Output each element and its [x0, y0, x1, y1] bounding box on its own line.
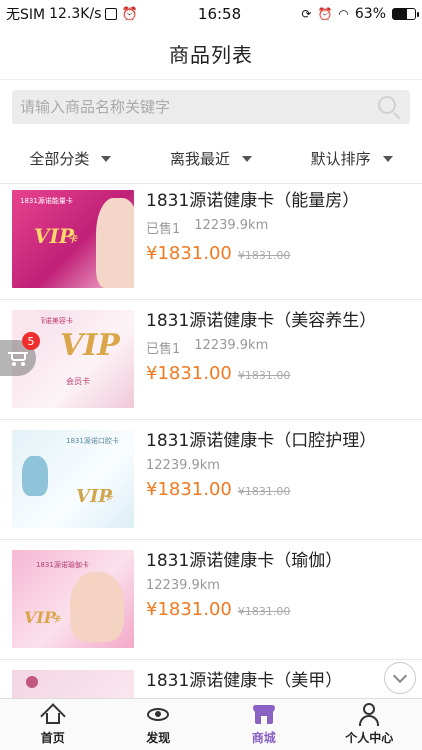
caret-down-icon	[242, 155, 253, 162]
tab-home[interactable]: 首页	[0, 699, 106, 750]
battery-fill	[393, 9, 407, 19]
product-name: 1831源诺健康卡（能量房）	[146, 191, 360, 211]
carrier-text: 无SIM	[6, 7, 46, 23]
search-input[interactable]	[20, 98, 376, 116]
product-price: ¥1831.00	[146, 243, 232, 264]
wifi-icon: ◠	[338, 7, 349, 21]
filter-bar: 全部分类 离我最近 默认排序	[0, 134, 422, 184]
search-bar	[0, 80, 422, 134]
filter-category[interactable]: 全部分类	[0, 148, 141, 169]
tab-discover[interactable]: 发现	[106, 699, 212, 750]
product-name: 1831源诺健康卡（美容养生）	[146, 311, 377, 331]
scroll-down-button[interactable]	[384, 662, 416, 694]
product-item[interactable]: 1831源诺能量卡 VIP 卡 1831源诺健康卡（能量房） 已售1 12239…	[0, 180, 422, 300]
price-row: ¥1831.00 ¥1831.00	[146, 599, 410, 620]
nav-header: 商品列表	[0, 28, 422, 80]
filter-sort-label: 默认排序	[310, 150, 371, 168]
product-item[interactable]: 1831源诺健康卡（美甲）	[0, 660, 422, 698]
product-info: 1831源诺健康卡（能量房） 已售1 12239.9km ¥1831.00 ¥1…	[134, 190, 410, 289]
battery-percent: 63%	[354, 6, 386, 22]
product-info: 1831源诺健康卡（瑜伽） 12239.9km ¥1831.00 ¥1831.0…	[134, 550, 410, 649]
clock: 16:58	[197, 5, 242, 23]
product-sold: 已售1	[146, 342, 181, 357]
product-meta: 已售1 12239.9km	[146, 338, 410, 357]
alarm-icon: ⏰	[121, 6, 138, 22]
product-meta: 12239.9km	[146, 578, 410, 593]
product-item[interactable]: 1831源诺美容卡 VIP 会员卡 1831源诺健康卡（美容养生） 已售1 12…	[0, 300, 422, 420]
product-original-price: ¥1831.00	[237, 369, 291, 382]
product-item[interactable]: 1831源诺瑜伽卡 VIP 卡 1831源诺健康卡（瑜伽） 12239.9km …	[0, 540, 422, 660]
home-icon	[40, 703, 66, 729]
product-info: 1831源诺健康卡（美甲）	[134, 670, 410, 698]
cart-badge: 5	[22, 332, 40, 350]
product-distance: 12239.9km	[194, 338, 269, 353]
product-name: 1831源诺健康卡（瑜伽）	[146, 551, 343, 571]
product-distance: 12239.9km	[146, 458, 220, 473]
product-original-price: ¥1831.00	[237, 485, 291, 498]
chevron-down-icon	[392, 668, 408, 684]
product-original-price: ¥1831.00	[237, 249, 291, 262]
product-distance: 12239.9km	[194, 218, 269, 233]
filter-distance-label: 离我最近	[170, 150, 231, 168]
product-info: 1831源诺健康卡（美容养生） 已售1 12239.9km ¥1831.00 ¥…	[134, 310, 410, 409]
page-title: 商品列表	[169, 43, 253, 67]
product-image: 1831源诺能量卡 VIP 卡	[12, 190, 134, 288]
alarm-icon: ⏰	[317, 7, 333, 21]
filter-sort[interactable]: 默认排序	[281, 148, 422, 169]
notification-icon	[105, 8, 118, 20]
tab-profile[interactable]: 个人中心	[317, 699, 422, 750]
product-list: 1831源诺能量卡 VIP 卡 1831源诺健康卡（能量房） 已售1 12239…	[0, 180, 422, 698]
product-image: 1831源诺口腔卡 VIP 卡	[12, 430, 134, 528]
product-distance: 12239.9km	[146, 578, 220, 593]
status-bar: 无SIM 12.3K/s ⏰ 16:58 ⟳ ⏰ ◠ 63%	[0, 0, 422, 28]
cart-icon	[8, 350, 28, 366]
product-original-price: ¥1831.00	[237, 605, 291, 618]
tab-profile-label: 个人中心	[345, 731, 394, 745]
tab-mall[interactable]: 商城	[211, 699, 317, 750]
product-meta: 12239.9km	[146, 458, 410, 473]
search-icon[interactable]	[376, 94, 402, 120]
status-right: ⟳ ⏰ ◠ 63%	[301, 6, 419, 22]
tab-bar: 首页 发现 商城 个人中心	[0, 698, 422, 750]
status-left: 无SIM 12.3K/s ⏰	[6, 4, 138, 24]
floating-cart-button[interactable]: 5	[0, 332, 40, 376]
product-image	[12, 670, 134, 698]
rotation-lock-icon: ⟳	[301, 7, 312, 21]
caret-down-icon	[382, 155, 393, 162]
product-name: 1831源诺健康卡（口腔护理）	[146, 431, 377, 451]
eye-icon	[146, 703, 170, 725]
tab-home-label: 首页	[40, 731, 65, 745]
product-meta: 已售1 12239.9km	[146, 218, 410, 237]
filter-distance[interactable]: 离我最近	[141, 148, 282, 169]
battery-icon	[392, 8, 419, 20]
product-price: ¥1831.00	[146, 479, 232, 500]
tab-mall-label: 商城	[251, 731, 276, 745]
person-icon	[357, 703, 381, 726]
network-speed: 12.3K/s	[49, 6, 102, 22]
price-row: ¥1831.00 ¥1831.00	[146, 479, 410, 500]
product-image: 1831源诺瑜伽卡 VIP 卡	[12, 550, 134, 648]
product-name: 1831源诺健康卡（美甲）	[146, 671, 343, 691]
search-box[interactable]	[12, 90, 410, 124]
store-icon	[252, 703, 276, 725]
product-item[interactable]: 1831源诺口腔卡 VIP 卡 1831源诺健康卡（口腔护理） 12239.9k…	[0, 420, 422, 540]
caret-down-icon	[101, 155, 112, 162]
product-price: ¥1831.00	[146, 363, 232, 384]
product-price: ¥1831.00	[146, 599, 232, 620]
filter-category-label: 全部分类	[29, 150, 90, 168]
product-info: 1831源诺健康卡（口腔护理） 12239.9km ¥1831.00 ¥1831…	[134, 430, 410, 529]
product-sold: 已售1	[146, 222, 181, 237]
price-row: ¥1831.00 ¥1831.00	[146, 243, 410, 264]
price-row: ¥1831.00 ¥1831.00	[146, 363, 410, 384]
tab-discover-label: 发现	[146, 731, 171, 745]
